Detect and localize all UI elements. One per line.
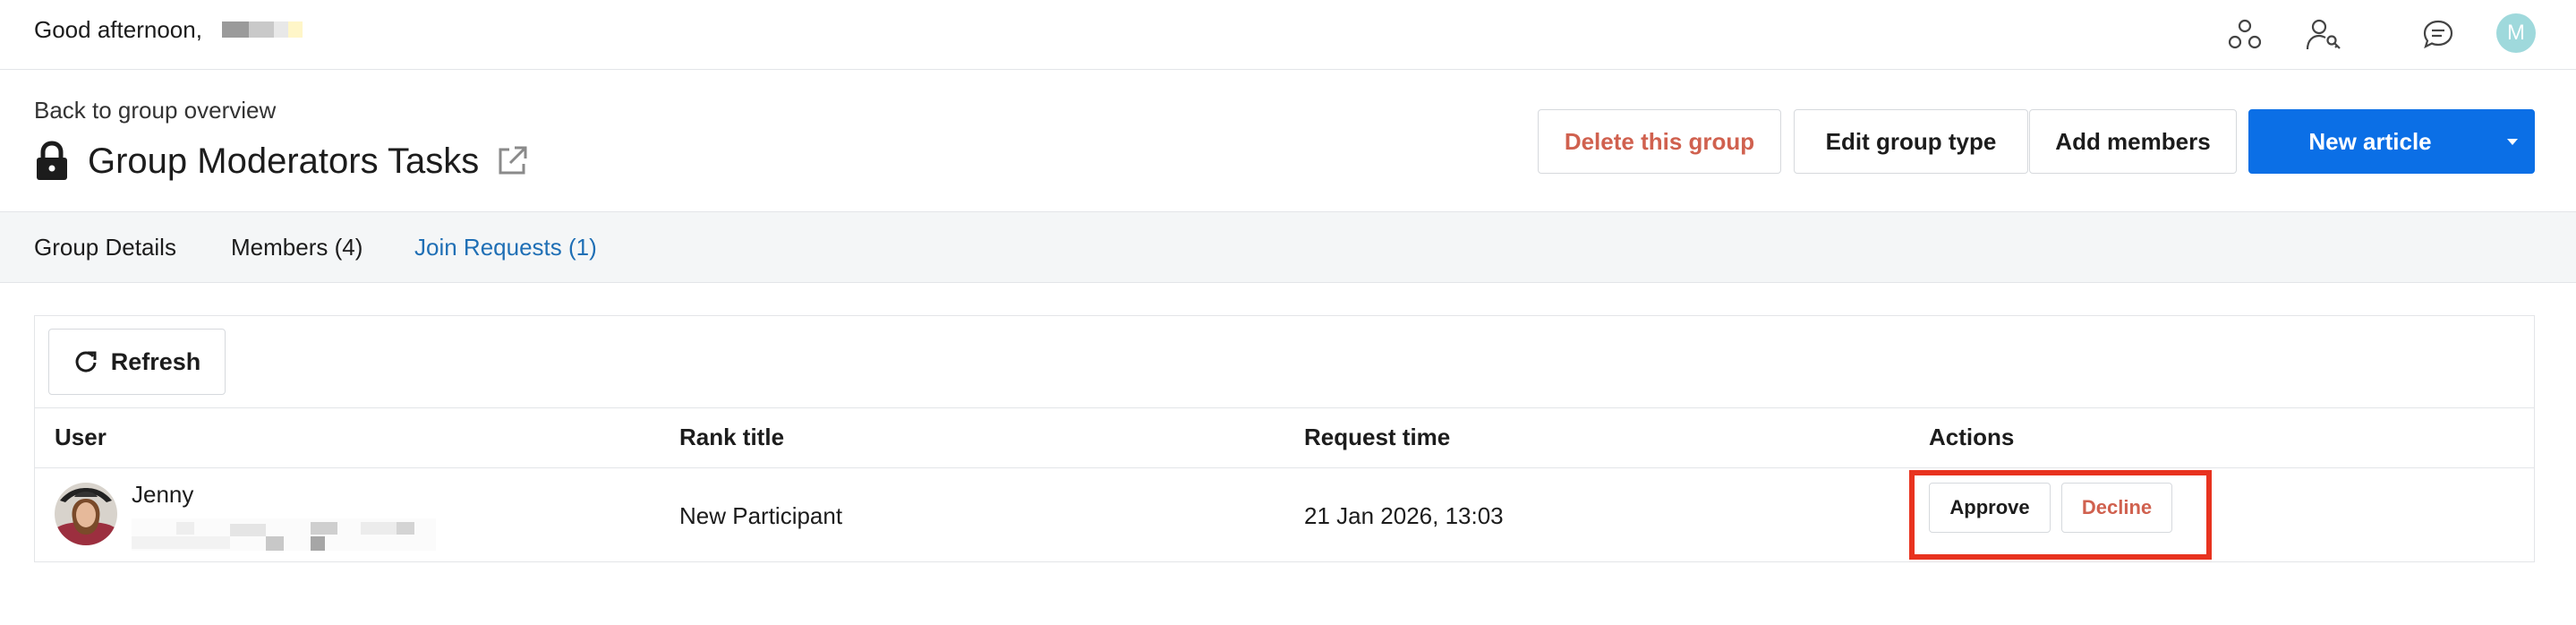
user-key-icon[interactable]	[2304, 15, 2343, 55]
tab-group-details[interactable]: Group Details	[34, 234, 176, 261]
table-row: Jenny New Participant 21 Jan 2026, 13:03…	[35, 468, 2534, 561]
lock-icon	[37, 141, 67, 180]
page-title-row: Group Moderators Tasks	[34, 136, 529, 186]
new-article-dropdown-toggle[interactable]	[2491, 110, 2534, 175]
column-header-rank-title: Rank title	[679, 424, 785, 450]
new-article-button[interactable]: New article	[2248, 109, 2535, 174]
top-bar: Good afternoon, M	[0, 0, 2576, 70]
add-members-button[interactable]: Add members	[2029, 109, 2237, 174]
column-header-request-time: Request time	[1304, 424, 1451, 450]
back-to-group-overview-link[interactable]: Back to group overview	[34, 97, 276, 124]
refresh-icon	[75, 351, 97, 372]
join-requests-panel: Refresh User Rank title Request time Act…	[34, 315, 2535, 562]
external-link-icon[interactable]	[495, 144, 529, 178]
column-header-user: User	[55, 424, 107, 450]
approve-button[interactable]: Approve	[1929, 483, 2051, 533]
user-name[interactable]: Jenny	[132, 481, 193, 509]
greeting-text: Good afternoon,	[34, 16, 202, 43]
page-title: Group Moderators Tasks	[88, 141, 480, 181]
rank-title-cell: New Participant	[679, 502, 843, 529]
user-avatar[interactable]: M	[2496, 13, 2536, 53]
caret-down-icon	[2507, 139, 2518, 145]
edit-group-type-button[interactable]: Edit group type	[1794, 109, 2028, 174]
chat-icon[interactable]	[2418, 15, 2458, 55]
request-time-cell: 21 Jan 2026, 13:03	[1304, 502, 1504, 529]
decline-button[interactable]: Decline	[2061, 483, 2172, 533]
group-header: Back to group overview Group Moderators …	[0, 70, 2576, 211]
redacted-username	[222, 21, 311, 38]
new-article-label: New article	[2308, 127, 2432, 155]
tab-join-requests[interactable]: Join Requests (1)	[414, 234, 597, 261]
table-header: User Rank title Request time Actions	[35, 407, 2534, 468]
redacted-user-detail	[132, 518, 436, 551]
refresh-button[interactable]: Refresh	[48, 329, 226, 395]
refresh-label: Refresh	[110, 347, 201, 375]
group-tabs: Group Details Members (4) Join Requests …	[0, 211, 2576, 283]
user-avatar-photo	[55, 483, 117, 545]
tab-members[interactable]: Members (4)	[231, 234, 363, 261]
delete-group-button[interactable]: Delete this group	[1538, 109, 1781, 174]
column-header-actions: Actions	[1929, 424, 2015, 450]
groups-icon[interactable]	[2225, 15, 2265, 55]
